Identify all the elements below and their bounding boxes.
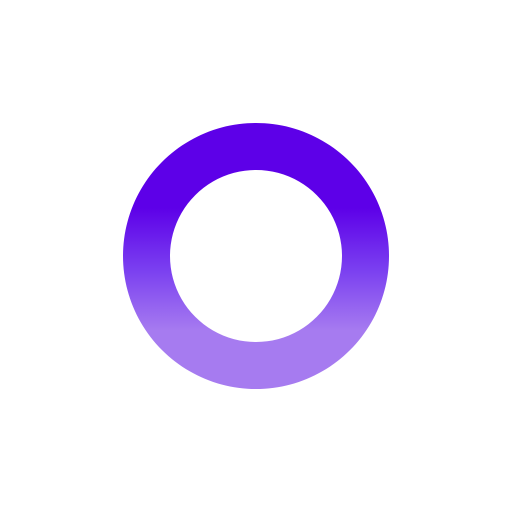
ring-shape	[123, 123, 390, 390]
circle-ring-icon	[123, 123, 390, 390]
icon-canvas	[0, 0, 512, 512]
